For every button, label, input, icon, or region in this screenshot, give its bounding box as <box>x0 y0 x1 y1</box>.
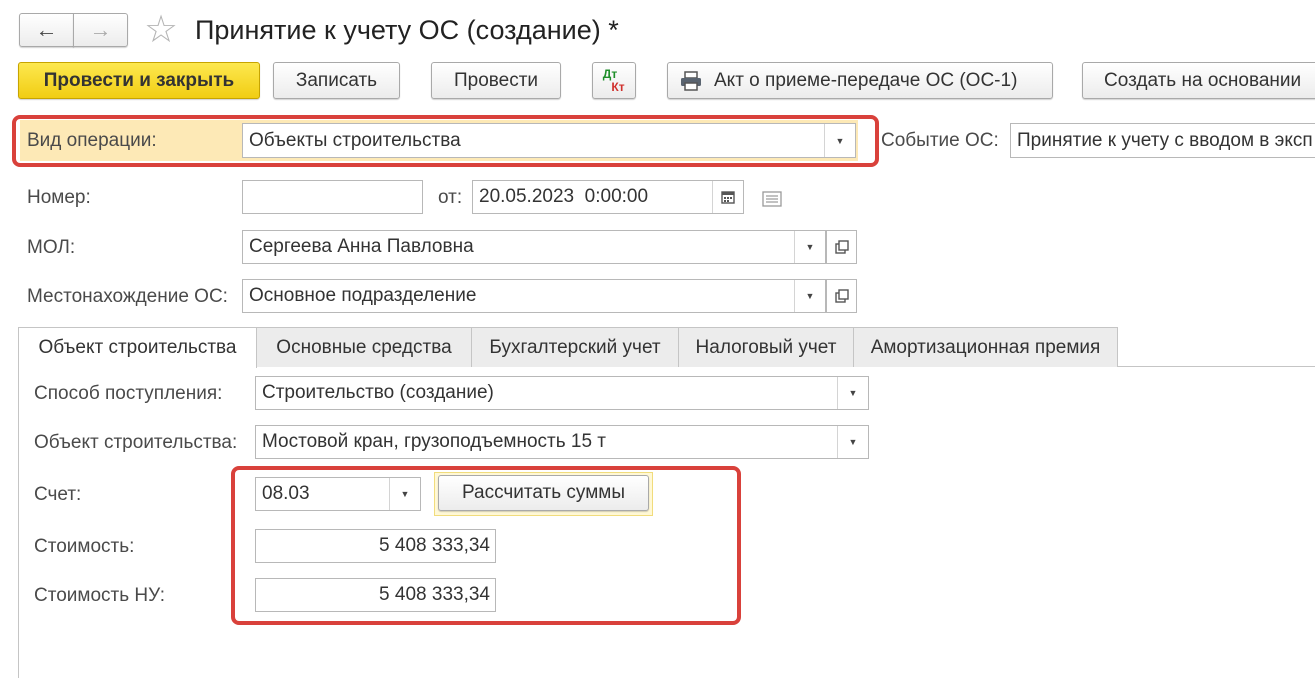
tab-tax-accounting[interactable]: Налоговый учет <box>678 327 854 367</box>
location-label: Местонахождение ОС: <box>27 286 228 307</box>
receipt-method-select[interactable]: Строительство (создание) ▼ <box>255 376 869 410</box>
favorite-star-icon[interactable]: ☆ <box>144 8 178 52</box>
number-label: Номер: <box>27 187 91 208</box>
receipt-method-label: Способ поступления: <box>34 383 223 404</box>
dt-kt-button[interactable]: Дт Кт <box>592 62 636 99</box>
chevron-down-icon[interactable]: ▼ <box>794 231 825 263</box>
account-label: Счет: <box>34 484 82 505</box>
post-button[interactable]: Провести <box>431 62 561 99</box>
date-label: от: <box>438 187 463 208</box>
chevron-down-icon[interactable]: ▼ <box>837 426 868 458</box>
construction-object-select[interactable]: Мостовой кран, грузоподъемность 15 т ▼ <box>255 425 869 459</box>
chevron-down-icon[interactable]: ▼ <box>794 280 825 312</box>
save-button[interactable]: Записать <box>273 62 400 99</box>
comment-icon[interactable] <box>762 191 782 207</box>
location-value: Основное подразделение <box>249 285 477 306</box>
event-value: Принятие к учету с вводом в эксп <box>1017 129 1313 151</box>
construction-object-value: Мостовой кран, грузоподъемность 15 т <box>262 431 607 452</box>
tab-panel-border <box>18 366 1315 678</box>
post-and-close-button[interactable]: Провести и закрыть <box>18 62 260 99</box>
mol-label: МОЛ: <box>27 237 76 258</box>
mol-select[interactable]: Сергеева Анна Павловна ▼ <box>242 230 826 264</box>
mol-open-button[interactable] <box>826 230 857 264</box>
print-act-label: Акт о приеме-передаче ОС (ОС-1) <box>714 69 1018 91</box>
location-select[interactable]: Основное подразделение ▼ <box>242 279 826 313</box>
chevron-down-icon[interactable]: ▼ <box>824 124 855 157</box>
forward-button[interactable]: → <box>73 13 128 47</box>
tax-cost-label: Стоимость НУ: <box>34 585 166 606</box>
account-select[interactable]: 08.03 ▼ <box>255 477 421 511</box>
tab-fixed-assets[interactable]: Основные средства <box>256 327 472 367</box>
number-input[interactable] <box>242 180 423 214</box>
date-input[interactable]: 20.05.2023 0:00:00 <box>472 180 744 214</box>
chevron-down-icon[interactable]: ▼ <box>837 377 868 409</box>
page-title: Принятие к учету ОС (создание) * <box>195 15 619 45</box>
tab-accounting[interactable]: Бухгалтерский учет <box>471 327 679 367</box>
tab-construction-object[interactable]: Объект строительства <box>18 327 257 368</box>
operation-label: Вид операции: <box>27 130 157 151</box>
receipt-method-value: Строительство (создание) <box>262 382 494 403</box>
open-form-icon <box>834 240 849 254</box>
event-select[interactable]: Принятие к учету с вводом в эксп <box>1010 123 1315 158</box>
operation-value: Объекты строительства <box>249 129 461 151</box>
account-value: 08.03 <box>262 483 310 504</box>
calendar-icon[interactable] <box>712 181 743 213</box>
arrow-left-icon: ← <box>35 17 58 42</box>
back-button[interactable]: ← <box>19 13 74 47</box>
tab-depreciation-bonus[interactable]: Амортизационная премия <box>853 327 1118 367</box>
create-based-on-button[interactable]: Создать на основании <box>1082 62 1315 99</box>
date-value: 20.05.2023 0:00:00 <box>479 186 649 207</box>
print-act-button[interactable]: Акт о приеме-передаче ОС (ОС-1) <box>667 62 1053 99</box>
mol-value: Сергеева Анна Павловна <box>249 236 474 257</box>
cost-label: Стоимость: <box>34 536 135 557</box>
dt-kt-icon: Дт Кт <box>602 66 625 94</box>
calculate-sums-button[interactable]: Рассчитать суммы <box>438 475 649 511</box>
printer-icon <box>681 70 701 91</box>
event-label: Событие ОС: <box>881 130 999 151</box>
operation-select[interactable]: Объекты строительства ▼ <box>242 123 856 158</box>
construction-object-label: Объект строительства: <box>34 432 238 453</box>
arrow-right-icon: → <box>89 17 112 42</box>
cost-input[interactable]: 5 408 333,34 <box>255 529 496 563</box>
chevron-down-icon[interactable]: ▼ <box>389 478 420 510</box>
open-form-icon <box>834 289 849 303</box>
tax-cost-input[interactable]: 5 408 333,34 <box>255 578 496 612</box>
location-open-button[interactable] <box>826 279 857 313</box>
